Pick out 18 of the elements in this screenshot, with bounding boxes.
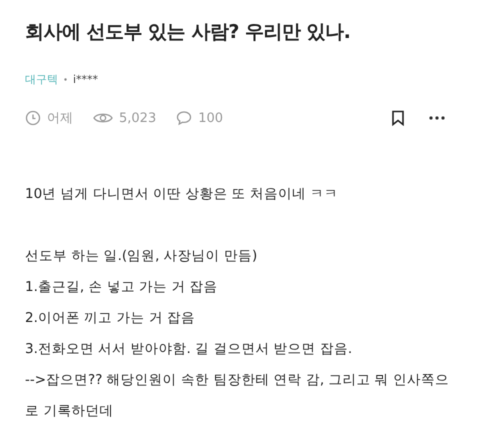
body-text: 3.전화오면 서서 받아야함. 길 걸으면서 받으면 잡음. — [25, 340, 354, 359]
post-title: 회사에 선도부 있는 사람? 우리만 있나. — [25, 20, 352, 45]
bookmark-icon[interactable] — [391, 110, 405, 126]
body-text: 1.출근길, 손 넣고 가는 거 잡음 — [25, 278, 219, 297]
body-text: 10년 넘게 다니면서 이딴 상황은 또 처음이네 ㅋㅋ — [25, 185, 340, 204]
comment-icon — [176, 110, 192, 126]
more-icon[interactable] — [429, 116, 445, 120]
body-text: 2.이어폰 끼고 가는 거 잡음 — [25, 309, 196, 328]
eye-icon — [93, 111, 113, 125]
separator-dot-icon — [64, 78, 67, 81]
comment-count: 100 — [198, 110, 224, 126]
body-text: 선도부 하는 일.(임원, 사장님이 만듬) — [25, 247, 258, 266]
clock-icon — [25, 110, 41, 126]
category-link[interactable]: 대구텍 — [25, 72, 58, 87]
author-name: i**** — [73, 73, 98, 86]
view-count: 5,023 — [119, 110, 156, 126]
body-text: -->잡으면?? 해당인원이 속한 팀장한테 연락 감, 그리고 뭐 인사쪽으로 기록하던데 — [25, 371, 450, 421]
post-time: 어제 — [47, 110, 73, 127]
